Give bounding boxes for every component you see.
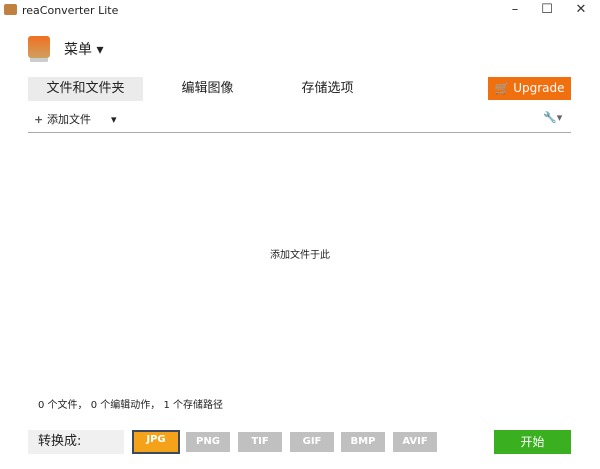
add-files-button[interactable]: + 添加文件 ▾ [34, 111, 117, 127]
chevron-down-icon: ▾ [556, 111, 563, 124]
tab-files-folders[interactable]: 文件和文件夹 [28, 77, 143, 101]
format-tif-button[interactable]: TIF [238, 432, 282, 452]
status-text: 0 个文件， 0 个编辑动作， 1 个存储路径 [38, 400, 223, 411]
format-png-button[interactable]: PNG [186, 432, 230, 452]
app-logo-icon [28, 36, 50, 58]
upgrade-label: Upgrade [513, 81, 565, 95]
tab-saving-options[interactable]: 存储选项 [270, 77, 385, 101]
format-gif-button[interactable]: GIF [290, 432, 334, 452]
add-files-label: 添加文件 [47, 113, 92, 126]
tab-edit-images[interactable]: 编辑图像 [150, 77, 265, 101]
plus-icon: + [34, 113, 48, 126]
wrench-icon: 🔧 [543, 111, 557, 124]
close-button[interactable]: ✕ [566, 2, 596, 20]
chevron-down-icon: ▾ [111, 113, 117, 126]
format-jpg-button[interactable]: JPG [132, 430, 180, 454]
convert-to-label: 转换成: [28, 430, 124, 454]
app-icon [4, 4, 17, 15]
format-avif-button[interactable]: AVIF [393, 432, 437, 452]
minimize-button[interactable]: – [500, 2, 530, 20]
drop-zone-hint[interactable]: 添加文件于此 [0, 246, 600, 261]
tools-menu-button[interactable]: 🔧▾ [543, 111, 562, 124]
format-bmp-button[interactable]: BMP [341, 432, 385, 452]
window-title: reaConverter Lite [22, 4, 119, 17]
cart-icon: 🛒 [494, 81, 514, 95]
start-button[interactable]: 开始 [494, 430, 571, 454]
main-menu-button[interactable]: 菜单 ▾ [64, 39, 103, 59]
upgrade-button[interactable]: 🛒 Upgrade [488, 77, 571, 100]
divider [28, 132, 571, 133]
maximize-button[interactable]: ☐ [532, 2, 562, 20]
